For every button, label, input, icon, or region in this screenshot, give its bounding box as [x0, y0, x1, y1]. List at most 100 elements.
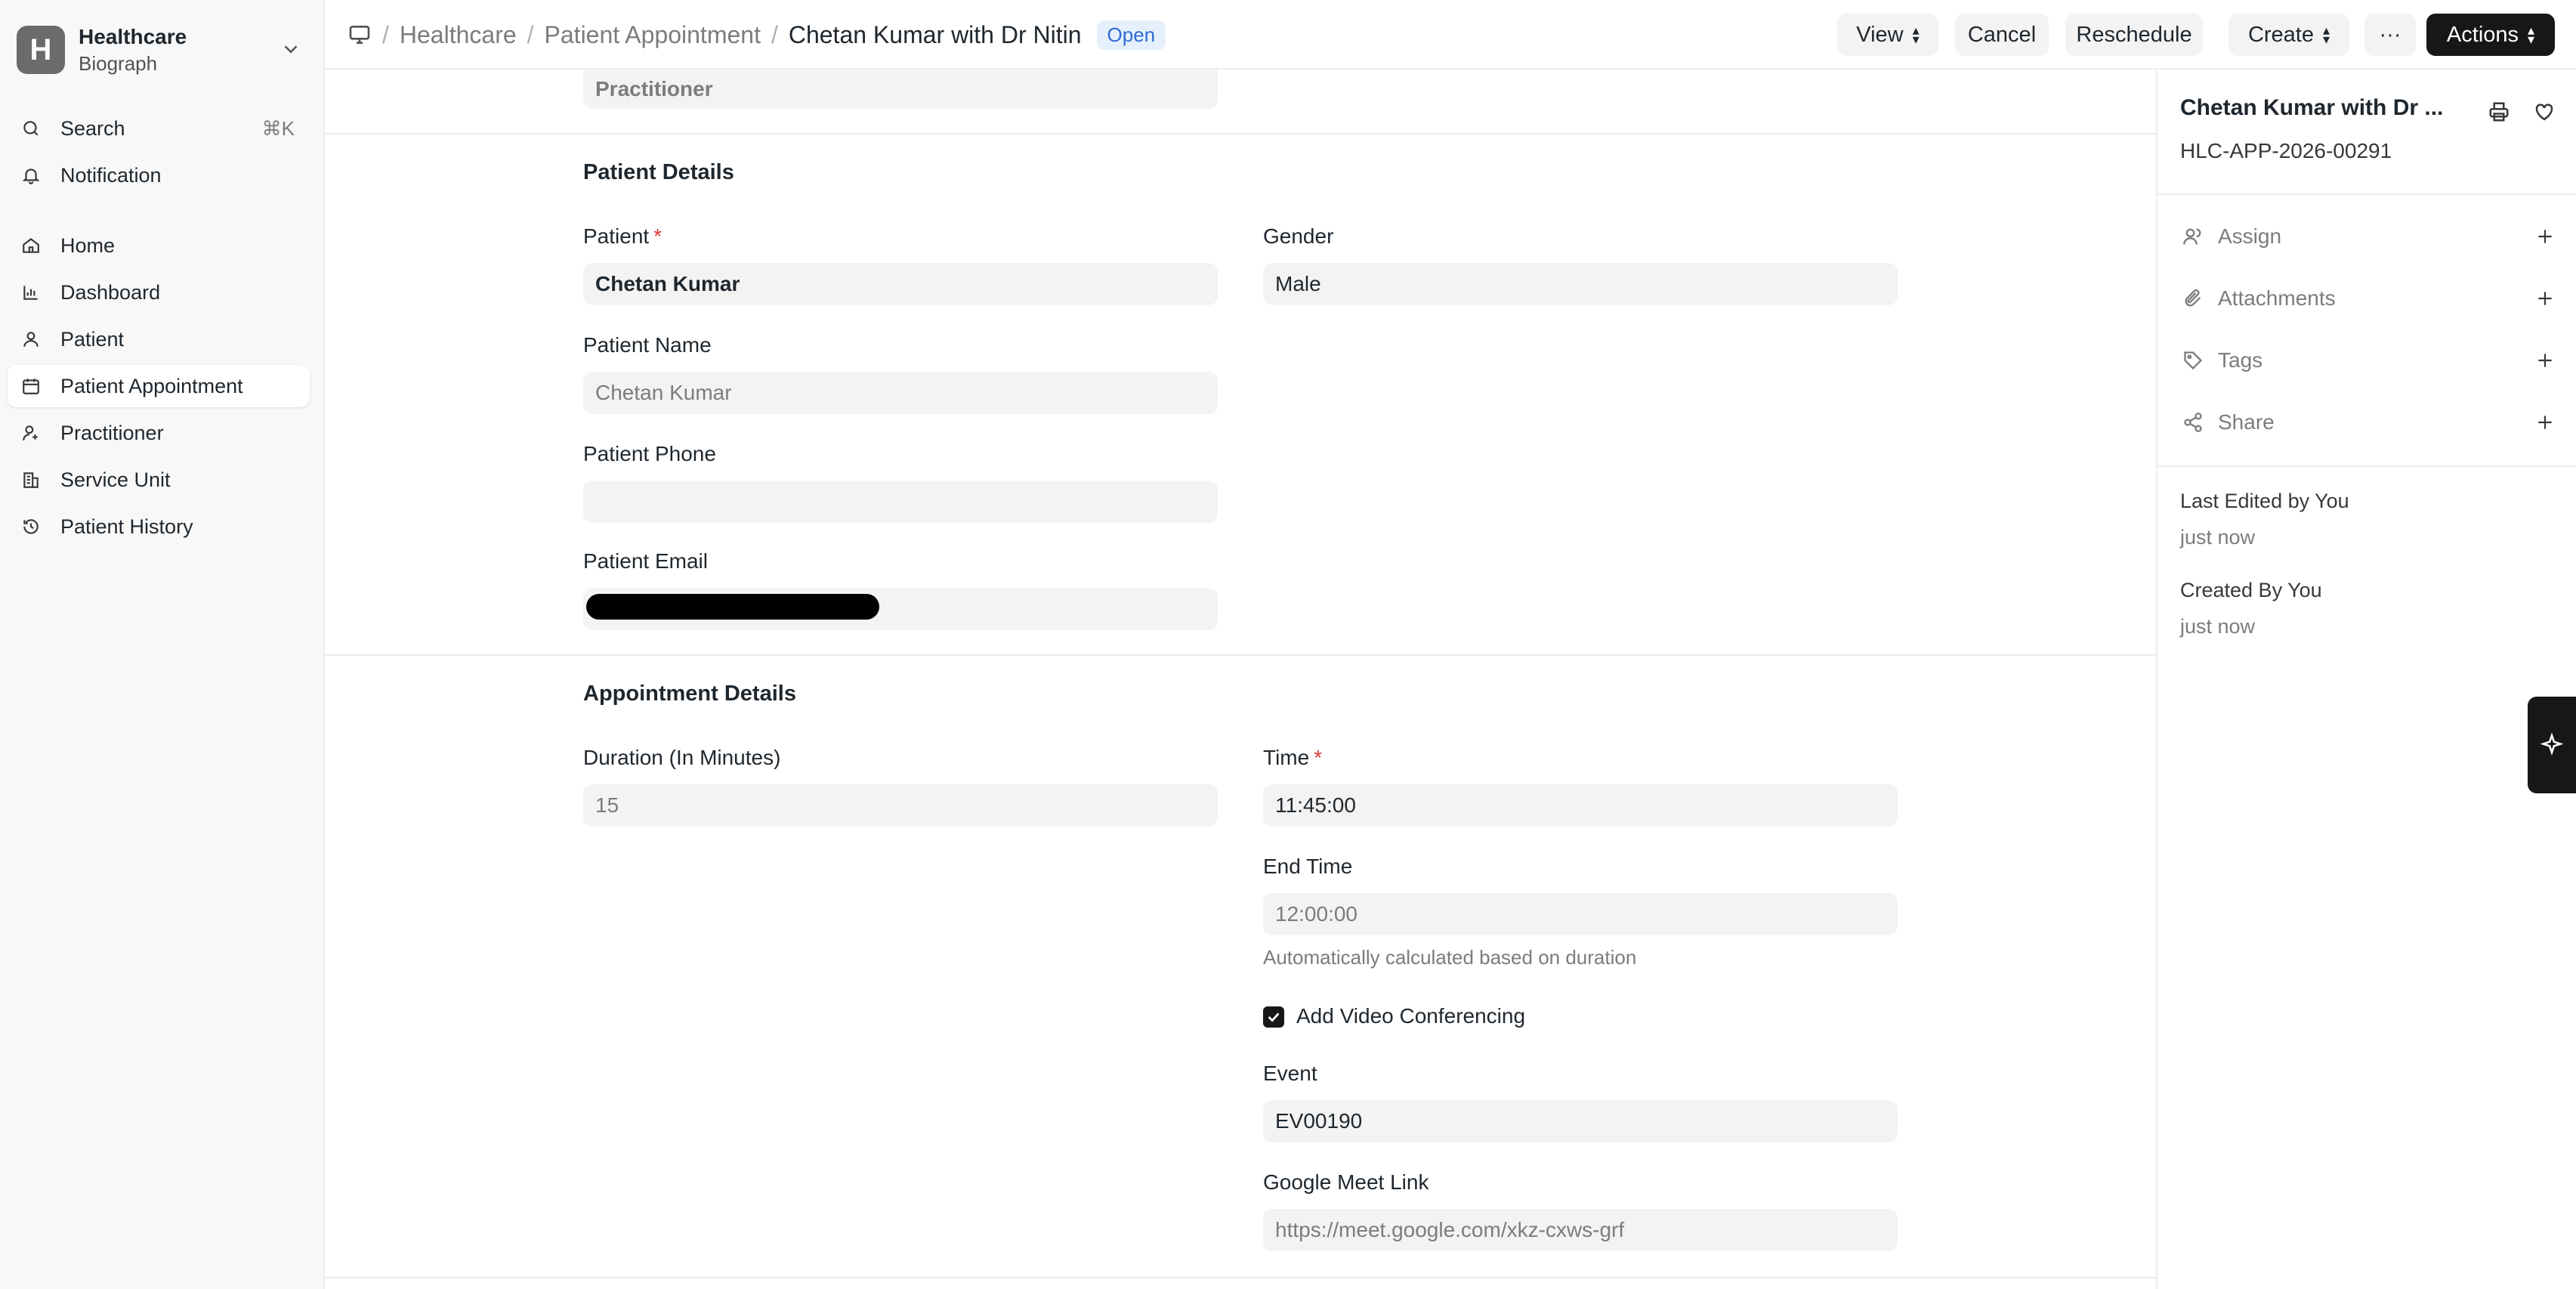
last-edited-label: Last Edited by You — [2180, 490, 2349, 512]
tags-row[interactable]: Tags — [2180, 342, 2558, 379]
last-edited-time: just now — [2180, 526, 2256, 549]
home-icon — [18, 233, 44, 258]
breadcrumb-separator: / — [382, 20, 389, 48]
chart-icon — [18, 280, 44, 305]
sidebar-item-patient[interactable]: Patient — [8, 318, 310, 360]
sidebar-item-patient-history[interactable]: Patient History — [8, 505, 310, 548]
more-icon: ··· — [2379, 22, 2401, 47]
redaction-mark — [586, 594, 879, 620]
create-button[interactable]: Create ▴ ▾ — [2229, 14, 2349, 56]
document-title: Chetan Kumar with Dr ... — [2180, 95, 2444, 120]
updown-icon: ▴ ▾ — [1912, 23, 1920, 47]
form-area: Practitioner Patient Details Patient * Ch… — [325, 70, 2156, 1289]
print-icon[interactable] — [2485, 98, 2513, 125]
breadcrumb-patient-appointment[interactable]: Patient Appointment — [545, 21, 761, 49]
updown-icon: ▴ ▾ — [2323, 23, 2330, 47]
video-conferencing-checkbox[interactable] — [1263, 1006, 1284, 1028]
section-divider — [325, 654, 2156, 656]
paperclip-icon — [2180, 286, 2206, 311]
breadcrumb-separator: / — [527, 20, 534, 48]
end-time-label: End Time — [1263, 855, 1353, 878]
created-time: just now — [2180, 615, 2256, 638]
view-button[interactable]: View ▴ ▾ — [1837, 14, 1938, 56]
user-icon — [2180, 224, 2206, 249]
patient-label: Patient * — [583, 224, 663, 248]
more-button[interactable]: ··· — [2364, 14, 2416, 56]
patient-phone-field[interactable] — [583, 481, 1218, 523]
created-by-label: Created By You — [2180, 579, 2322, 601]
sidebar-item-service-unit[interactable]: Service Unit — [8, 459, 310, 501]
sidebar-notification-label: Notification — [60, 163, 162, 187]
cancel-button[interactable]: Cancel — [1955, 14, 2049, 56]
video-conferencing-label: Add Video Conferencing — [1296, 1004, 1526, 1028]
section-divider — [325, 133, 2156, 134]
add-share-icon[interactable] — [2532, 410, 2558, 435]
updown-icon: ▴ ▾ — [2528, 23, 2535, 47]
document-sidebar: Chetan Kumar with Dr ... HLC-APP-2026-00… — [2156, 70, 2576, 1289]
breadcrumb: / Healthcare / Patient Appointment / Che… — [347, 0, 1166, 70]
section-divider — [325, 1277, 2156, 1278]
check-icon — [1268, 1012, 1280, 1022]
sidebar-item-dashboard[interactable]: Dashboard — [8, 271, 310, 314]
sidebar-item-patient-appointment[interactable]: Patient Appointment — [8, 365, 310, 407]
panel-divider — [2157, 193, 2576, 195]
search-shortcut: ⌘K — [261, 116, 295, 140]
attachments-label: Attachments — [2218, 286, 2336, 310]
patient-field[interactable]: Chetan Kumar — [583, 263, 1218, 305]
time-field[interactable]: 11:45:00 — [1263, 784, 1898, 827]
end-time-help: Automatically calculated based on durati… — [1263, 946, 1637, 969]
duration-field[interactable]: 15 — [583, 784, 1218, 827]
add-tag-icon[interactable] — [2532, 348, 2558, 373]
end-time-field[interactable]: 12:00:00 — [1263, 893, 1898, 935]
workspace-switcher[interactable]: H Healthcare Biograph — [17, 23, 308, 77]
sidebar-item-label: Service Unit — [60, 468, 171, 491]
time-label: Time * — [1263, 746, 1323, 769]
gender-label: Gender — [1263, 224, 1334, 248]
top-bar: / Healthcare / Patient Appointment / Che… — [325, 0, 2576, 70]
ai-assistant-button[interactable] — [2528, 697, 2576, 793]
share-row[interactable]: Share — [2180, 403, 2558, 441]
meet-link-field[interactable]: https://meet.google.com/xkz-cxws-grf — [1263, 1209, 1898, 1251]
desktop-icon[interactable] — [347, 23, 372, 47]
chevron-down-icon — [284, 45, 298, 54]
user-icon — [18, 326, 44, 352]
sidebar-search[interactable]: Search ⌘K — [8, 107, 310, 150]
reschedule-button[interactable]: Reschedule — [2065, 14, 2203, 56]
gender-field[interactable]: Male — [1263, 263, 1898, 305]
sidebar-item-label: Dashboard — [60, 280, 161, 304]
page-title: Chetan Kumar with Dr Nitin — [788, 20, 1082, 48]
patient-name-field[interactable]: Chetan Kumar — [583, 372, 1218, 414]
actions-button-label: Actions — [2446, 22, 2519, 47]
user-plus-icon — [18, 420, 44, 446]
practitioner-field[interactable]: Practitioner — [583, 70, 1218, 109]
cancel-button-label: Cancel — [1967, 22, 2037, 47]
assign-row[interactable]: Assign — [2180, 218, 2558, 255]
event-label: Event — [1263, 1062, 1317, 1085]
breadcrumb-healthcare[interactable]: Healthcare — [400, 21, 517, 49]
brand-logo: H — [17, 26, 65, 74]
actions-button[interactable]: Actions ▴ ▾ — [2426, 14, 2555, 56]
attachments-row[interactable]: Attachments — [2180, 280, 2558, 317]
share-icon — [2180, 410, 2206, 435]
sidebar-item-home[interactable]: Home — [8, 224, 310, 267]
heart-icon[interactable] — [2531, 98, 2558, 125]
add-attachment-icon[interactable] — [2532, 286, 2558, 311]
patient-details-title: Patient Details — [583, 160, 734, 184]
add-assign-icon[interactable] — [2532, 224, 2558, 249]
brand-subtitle: Biograph — [79, 52, 158, 75]
patient-email-label: Patient Email — [583, 549, 708, 573]
breadcrumb-separator: / — [771, 20, 778, 48]
panel-divider — [2157, 465, 2576, 467]
history-icon — [18, 514, 44, 539]
search-icon — [18, 116, 44, 141]
meet-link-label: Google Meet Link — [1263, 1170, 1429, 1194]
event-field[interactable]: EV00190 — [1263, 1100, 1898, 1142]
sidebar-item-practitioner[interactable]: Practitioner — [8, 412, 310, 454]
create-button-label: Create — [2247, 22, 2314, 47]
sidebar-notification[interactable]: Notification — [8, 154, 310, 196]
assign-label: Assign — [2218, 224, 2282, 248]
sidebar-item-label: Practitioner — [60, 421, 164, 444]
sidebar-item-label: Patient History — [60, 515, 193, 538]
patient-name-label: Patient Name — [583, 333, 712, 357]
sidebar-search-label: Search — [60, 116, 125, 140]
